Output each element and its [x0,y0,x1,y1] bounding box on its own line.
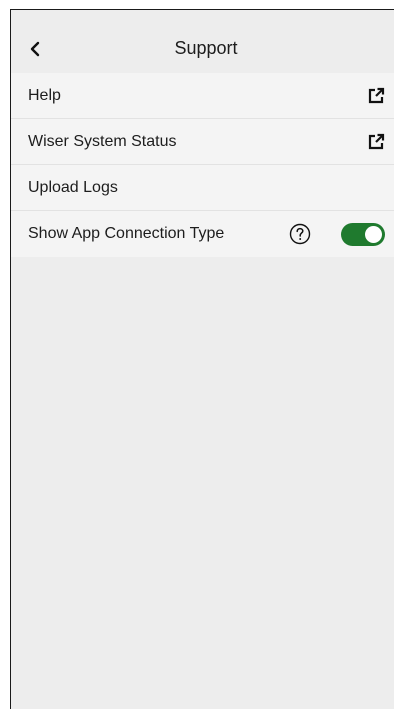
help-row[interactable]: Help [11,73,394,119]
page-title: Support [174,38,238,58]
wiser-system-status-row[interactable]: Wiser System Status [11,119,394,165]
help-label: Help [28,86,61,104]
toggle-knob [365,226,382,243]
app-screen: Support Help Wiser System Status Upload … [10,9,394,709]
show-app-connection-type-row: Show App Connection Type [11,211,394,257]
question-circle-icon[interactable] [289,223,311,245]
upload-logs-label: Upload Logs [28,178,118,196]
upload-logs-row[interactable]: Upload Logs [11,165,394,211]
wiser-system-status-label: Wiser System Status [28,132,177,150]
external-link-icon [368,87,385,104]
external-link-icon [368,133,385,150]
header: Support [11,10,394,73]
support-list: Help Wiser System Status Upload Logs Sho… [11,73,394,257]
connection-type-toggle[interactable] [341,223,385,246]
show-app-connection-type-label: Show App Connection Type [28,225,225,242]
